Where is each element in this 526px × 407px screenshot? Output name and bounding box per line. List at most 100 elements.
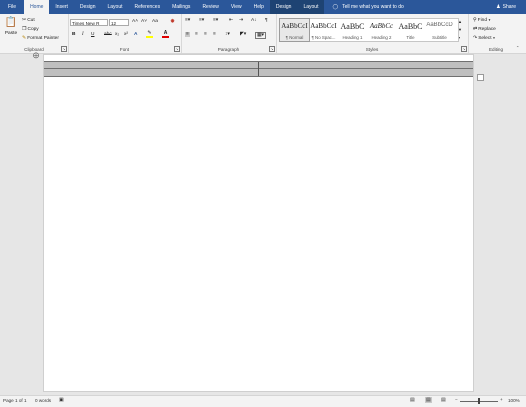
tab-review[interactable]: Review (196, 0, 224, 14)
bold-button[interactable]: B (72, 32, 75, 37)
zoom-out-button[interactable]: − (455, 397, 458, 402)
style-heading-1[interactable]: AaBbC Heading 1 (338, 19, 367, 41)
tab-table-layout[interactable]: Layout (297, 0, 325, 14)
strikethrough-button[interactable]: abc (104, 32, 112, 37)
clipboard-icon: 📋 (4, 17, 18, 28)
tab-layout[interactable]: Layout (102, 0, 129, 14)
chevron-down-icon: ▼ (488, 18, 491, 22)
select-button[interactable]: ↷ Select ▼ (473, 35, 496, 41)
shrink-font-button[interactable]: A˅ (141, 19, 147, 24)
underline-button[interactable]: U (91, 32, 94, 37)
tell-me-text: Tell me what you want to do (342, 4, 404, 10)
person-icon: ♟ (496, 4, 501, 10)
paragraph-launcher-icon[interactable]: ↘ (269, 46, 275, 52)
format-painter-button[interactable]: ✎ Format Painter (22, 35, 59, 41)
table-header-row[interactable] (44, 61, 473, 77)
tell-me-box[interactable]: ◯ Tell me what you want to do (332, 4, 403, 10)
highlight-icon[interactable]: ✎ (146, 31, 153, 38)
borders-icon[interactable]: ▦▾ (255, 32, 266, 39)
font-group-label: Font (119, 47, 130, 52)
copy-icon: ❐ (22, 26, 27, 32)
style-preview: AaBbCc (369, 22, 394, 30)
replace-icon: ⇄ (473, 26, 478, 32)
styles-launcher-icon[interactable]: ↘ (461, 46, 467, 52)
align-center-icon[interactable]: ≡ (195, 32, 198, 37)
superscript-button[interactable]: x² (124, 32, 128, 37)
tab-insert[interactable]: Insert (49, 0, 74, 14)
brush-icon: ✎ (22, 35, 27, 41)
tab-mailings[interactable]: Mailings (166, 0, 196, 14)
format-painter-label: Format Painter (27, 35, 59, 41)
document-workspace: ⨁ (0, 52, 526, 394)
style-preview: AaBbCcI (310, 22, 337, 30)
cut-button[interactable]: ✂ Cut (22, 17, 35, 23)
multilevel-list-icon[interactable]: ≡▾ (213, 18, 218, 23)
clear-formatting-icon[interactable]: ✸ (170, 18, 175, 25)
tab-references[interactable]: References (129, 0, 167, 14)
shading-icon[interactable]: ◤▾ (240, 32, 246, 37)
style-heading-2[interactable]: AaBbCc Heading 2 (367, 19, 396, 41)
zoom-level[interactable]: 100% (508, 398, 520, 403)
font-size-combo[interactable]: 12 (109, 19, 129, 26)
tab-help[interactable]: Help (248, 0, 270, 14)
document-page[interactable] (43, 54, 474, 392)
style-name: ¶ Normal (285, 35, 304, 40)
grow-font-button[interactable]: A˄ (132, 19, 138, 24)
replace-button[interactable]: ⇄ Replace (473, 26, 496, 32)
font-name-combo[interactable]: Times New R (70, 19, 108, 26)
share-button[interactable]: ♟ Share (496, 0, 516, 14)
web-layout-icon[interactable]: ▤ (441, 397, 446, 403)
font-launcher-icon[interactable]: ↘ (174, 46, 180, 52)
subscript-button[interactable]: x₂ (115, 32, 119, 37)
italic-button[interactable]: I (82, 32, 84, 37)
text-effects-icon[interactable]: A (134, 32, 137, 37)
style-title[interactable]: AaBbC Title (396, 19, 425, 41)
style-normal[interactable]: AaBbCcI ¶ Normal (279, 18, 310, 42)
line-spacing-icon[interactable]: ↕▾ (225, 32, 230, 37)
change-case-button[interactable]: Aa (152, 19, 158, 24)
tab-table-design[interactable]: Design (269, 0, 298, 14)
tab-file[interactable]: File (0, 0, 24, 14)
style-name: Heading 1 (342, 35, 363, 40)
zoom-slider-thumb[interactable] (478, 398, 480, 404)
style-preview: AaBbC (398, 22, 423, 31)
decrease-indent-icon[interactable]: ⇤ (229, 18, 233, 23)
find-button[interactable]: ⚲ Find ▼ (473, 17, 491, 23)
copy-button[interactable]: ❐ Copy (22, 26, 39, 32)
paragraph-group: ≡▾ ≡▾ ≡▾ ⇤ ⇥ A↓ ¶ ≡ ≡ ≡ ≡ ↕▾ ◤▾ ▦▾ Parag… (181, 14, 277, 53)
table-column-border[interactable] (258, 62, 259, 76)
cut-label: Cut (27, 17, 35, 23)
collapse-ribbon-icon[interactable]: ⌃ (516, 45, 519, 50)
word-count[interactable]: 0 words (35, 398, 51, 403)
ribbon-tab-bar: File Home Insert Design Layout Reference… (0, 0, 526, 14)
tab-home[interactable]: Home (24, 0, 50, 14)
numbering-icon[interactable]: ≡▾ (199, 18, 204, 23)
tab-design[interactable]: Design (74, 0, 102, 14)
select-label: Select (478, 35, 492, 41)
table-move-handle-icon[interactable]: ⨁ (33, 52, 39, 59)
style-no-spacing[interactable]: AaBbCcI ¶ No Spac... (309, 19, 338, 41)
style-subtitle[interactable]: AaBbCcD Subtitle (425, 19, 454, 41)
read-mode-icon[interactable]: ▤ (410, 397, 415, 403)
align-right-icon[interactable]: ≡ (204, 32, 207, 37)
styles-gallery: AaBbCcI ¶ Normal AaBbCcI ¶ No Spac... Aa… (279, 18, 459, 42)
clipboard-launcher-icon[interactable]: ↘ (61, 46, 67, 52)
share-label: Share (502, 4, 516, 10)
font-group: Times New R 12 A˄ A˅ Aa ✸ B I U abc x₂ x… (68, 14, 182, 53)
clipboard-group: 📋 Paste ✂ Cut ❐ Copy ✎ Format Painter Cl… (0, 14, 69, 53)
print-layout-icon[interactable]: ▤ (425, 397, 432, 403)
align-left-icon[interactable]: ≡ (185, 32, 190, 37)
paste-button[interactable]: 📋 Paste (3, 16, 19, 36)
zoom-in-button[interactable]: + (500, 397, 503, 402)
ribbon: 📋 Paste ✂ Cut ❐ Copy ✎ Format Painter Cl… (0, 14, 526, 54)
chevron-down-icon: ▼ (492, 36, 496, 40)
proofing-icon[interactable]: ▣ (59, 397, 64, 403)
tab-view[interactable]: View (225, 0, 248, 14)
justify-icon[interactable]: ≡ (213, 32, 216, 37)
bullets-icon[interactable]: ≡▾ (185, 18, 190, 23)
page-count[interactable]: Page 1 of 1 (3, 398, 27, 403)
increase-indent-icon[interactable]: ⇥ (239, 18, 243, 23)
sort-icon[interactable]: A↓ (251, 18, 257, 23)
show-formatting-icon[interactable]: ¶ (265, 18, 268, 23)
font-color-icon[interactable]: A (162, 31, 169, 38)
